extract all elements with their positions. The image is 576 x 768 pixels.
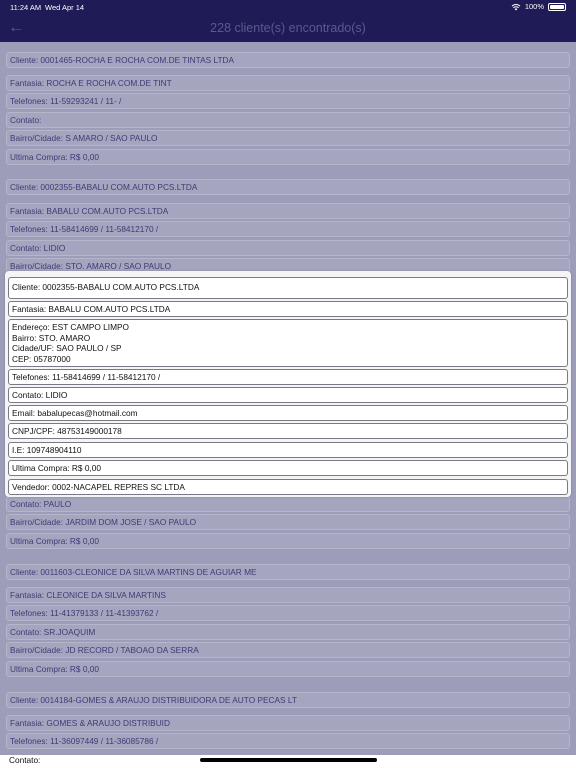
list-item[interactable]: Fantasia: CLEONICE DA SILVA MARTINS [6,587,570,603]
list-item[interactable]: Contato: [6,112,570,128]
list-item[interactable]: Cliente: 0001465-ROCHA E ROCHA COM.DE TI… [6,52,570,68]
status-date: Wed Apr 14 [45,3,85,12]
list-item[interactable]: Fantasia: GOMES & ARAUJO DISTRIBUID [6,715,570,731]
detail-ultima: Ultima Compra: R$ 0,00 [8,460,568,476]
status-right: 100% [511,2,566,11]
list-item[interactable]: Ultima Compra: R$ 0,00 [6,533,570,549]
client-detail-card: Cliente: 0002355-BABALU COM.AUTO PCS.LTD… [5,271,571,497]
list-item[interactable]: Contato: [9,755,40,765]
list-item[interactable]: Contato: LIDIO [6,240,570,256]
detail-fantasia: Fantasia: BABALU COM.AUTO PCS.LTDA [8,301,568,317]
list-item[interactable]: Cliente: 0011603-CLEONICE DA SILVA MARTI… [6,564,570,580]
battery-percent: 100% [524,2,544,11]
list-item[interactable]: Telefones: 11-36097449 / 11-36085786 / [6,733,570,749]
detail-vendedor: Vendedor: 0002-NACAPEL REPRES SC LTDA [8,479,568,495]
detail-endereco: Endereço: EST CAMPO LIMPO [12,322,129,332]
list-item[interactable]: Telefones: 11-59293241 / 11- / [6,93,570,109]
nav-bar: ← 228 cliente(s) encontrado(s) [0,14,576,42]
list-item[interactable]: Fantasia: ROCHA E ROCHA COM.DE TINT [6,75,570,91]
detail-telefones: Telefones: 11-58414699 / 11-58412170 / [8,369,568,385]
status-bar: 11:24 AM Wed Apr 14 100% [0,0,576,14]
battery-icon [548,2,566,11]
list-item[interactable]: Contato: PAULO [6,496,570,512]
list-item[interactable]: Bairro/Cidade: S AMARO / SAO PAULO [6,130,570,146]
detail-address: Endereço: EST CAMPO LIMPO Bairro: STO. A… [8,319,568,367]
detail-bairro: Bairro: STO. AMARO [12,332,91,343]
page-title: 228 cliente(s) encontrado(s) [210,21,366,35]
detail-contato: Contato: LIDIO [8,387,568,403]
list-item[interactable]: Bairro/Cidade: JARDIM DOM JOSE / SAO PAU… [6,514,570,530]
list-item[interactable]: Telefones: 11-41379133 / 11-41393762 / [6,605,570,621]
wifi-icon [511,3,521,10]
status-time: 11:24 AM [10,3,42,12]
list-item[interactable]: Telefones: 11-58414699 / 11-58412170 / [6,221,570,237]
detail-cnpj: CNPJ/CPF: 48753149000178 [8,423,568,439]
detail-cep: CEP: 05787000 [12,353,71,364]
list-item[interactable]: Ultima Compra: R$ 0,00 [6,149,570,165]
list-item[interactable]: Fantasia: BABALU COM.AUTO PCS.LTDA [6,203,570,219]
home-indicator[interactable] [200,758,377,762]
list-item[interactable]: Cliente: 0014184-GOMES & ARAUJO DISTRIBU… [6,692,570,708]
list-item[interactable]: Ultima Compra: R$ 0,00 [6,661,570,677]
detail-ie: I.E: 109748904110 [8,442,568,458]
detail-email[interactable]: Email: babalupecas@hotmail.com [8,405,568,421]
list-item[interactable]: Bairro/Cidade: JD RECORD / TABOAO DA SER… [6,642,570,658]
list-item[interactable]: Contato: SR.JOAQUIM [6,624,570,640]
detail-cliente: Cliente: 0002355-BABALU COM.AUTO PCS.LTD… [8,277,568,299]
detail-cidade: Cidade/UF: SAO PAULO / SP [12,343,122,353]
list-item[interactable]: Cliente: 0002355-BABALU COM.AUTO PCS.LTD… [6,179,570,195]
